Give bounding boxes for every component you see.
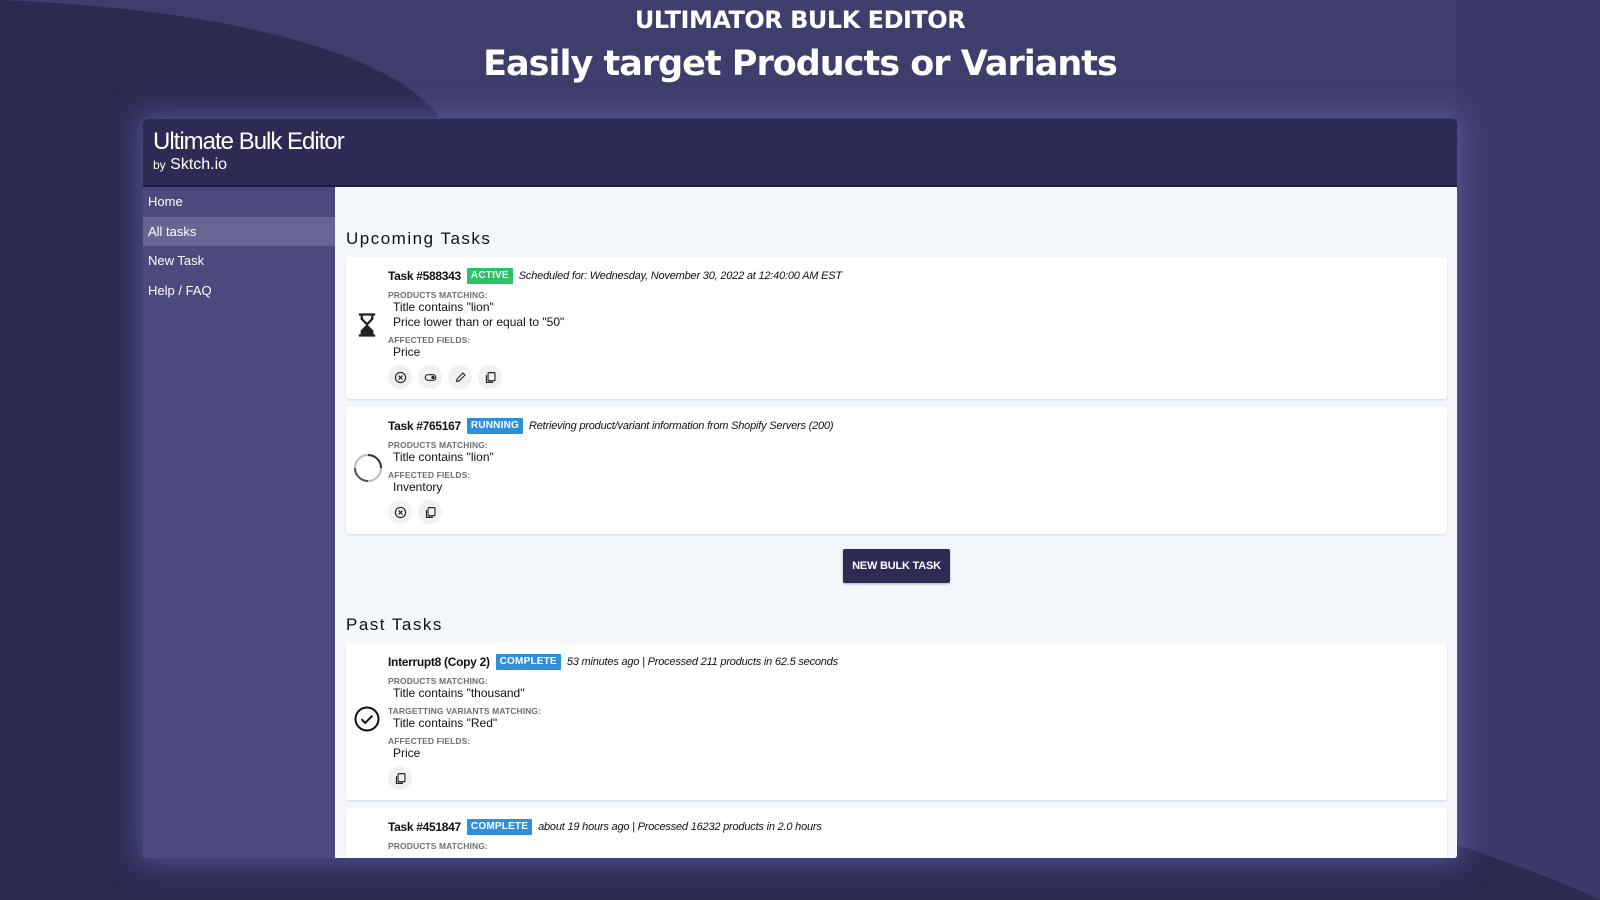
task-name: Interrupt8 (Copy 2)	[388, 655, 490, 669]
product-condition-placeholder	[388, 851, 1437, 858]
toggle-icon	[424, 371, 437, 384]
affected-fields-label: AFFECTED FIELDS:	[388, 335, 1437, 345]
affected-field: Price	[388, 345, 1437, 360]
product-condition: Title contains "thousand"	[388, 686, 1437, 701]
copy-icon	[484, 371, 497, 384]
task-meta: 53 minutes ago | Processed 211 products …	[567, 656, 838, 668]
affected-field: Price	[388, 746, 1437, 761]
sidebar: Home All tasks New Task Help / FAQ	[143, 187, 335, 858]
task-meta: Scheduled for: Wednesday, November 30, 2…	[519, 270, 842, 282]
product-condition: Title contains "lion"	[388, 450, 1437, 465]
sidebar-item-help-faq[interactable]: Help / FAQ	[143, 276, 335, 306]
status-badge: RUNNING	[467, 418, 523, 434]
app-header: Ultimate Bulk Editor by Sktch.io	[143, 119, 1457, 187]
check-circle-icon	[353, 705, 381, 733]
task-meta: Retrieving product/variant information f…	[529, 420, 833, 432]
task-meta: about 19 hours ago | Processed 16232 pro…	[538, 821, 822, 833]
task-name: Task #451847	[388, 820, 461, 834]
by-prefix: by	[153, 158, 166, 172]
copy-task-button[interactable]	[418, 500, 442, 524]
products-matching-label: PRODUCTS MATCHING:	[388, 290, 1437, 300]
product-condition: Title contains "lion"	[388, 300, 1437, 315]
status-badge: COMPLETE	[467, 819, 532, 835]
upcoming-tasks-heading: Upcoming Tasks	[346, 229, 1447, 249]
sidebar-item-home[interactable]: Home	[143, 187, 335, 217]
spinner-icon	[353, 453, 381, 481]
affected-field: Inventory	[388, 480, 1437, 495]
copy-icon	[424, 506, 437, 519]
new-bulk-task-button[interactable]: NEW BULK TASK	[843, 549, 950, 583]
status-badge: COMPLETE	[496, 654, 561, 670]
hero-kicker: ULTIMATOR BULK EDITOR	[0, 6, 1600, 34]
task-actions	[388, 365, 1437, 389]
variant-condition: Title contains "Red"	[388, 716, 1437, 731]
sidebar-item-all-tasks[interactable]: All tasks	[143, 217, 335, 247]
app-window: Ultimate Bulk Editor by Sktch.io Home Al…	[143, 119, 1457, 858]
edit-task-button[interactable]	[448, 365, 472, 389]
products-matching-label: PRODUCTS MATCHING:	[388, 841, 1437, 851]
copy-task-button[interactable]	[388, 766, 412, 790]
task-name: Task #765167	[388, 419, 461, 433]
toggle-task-button[interactable]	[418, 365, 442, 389]
products-matching-label: PRODUCTS MATCHING:	[388, 676, 1437, 686]
cancel-icon	[394, 371, 407, 384]
past-tasks-heading: Past Tasks	[346, 615, 1447, 635]
task-card: Task #765167 RUNNING Retrieving product/…	[346, 407, 1447, 534]
cancel-task-button[interactable]	[388, 365, 412, 389]
task-card: Task #588343 ACTIVE Scheduled for: Wedne…	[346, 257, 1447, 399]
products-matching-label: PRODUCTS MATCHING:	[388, 440, 1437, 450]
edit-icon	[454, 371, 467, 384]
app-byline: by Sktch.io	[153, 156, 227, 174]
sidebar-item-new-task[interactable]: New Task	[143, 246, 335, 276]
product-condition: Price lower than or equal to "50"	[388, 315, 1437, 330]
hero-title: Easily target Products or Variants	[0, 44, 1600, 84]
task-card: Interrupt8 (Copy 2) COMPLETE 53 minutes …	[346, 643, 1447, 800]
hourglass-icon	[353, 311, 381, 339]
task-actions	[388, 500, 1437, 524]
variants-matching-label: TARGETTING VARIANTS MATCHING:	[388, 706, 1437, 716]
status-badge: ACTIVE	[467, 268, 513, 284]
brand-name: Sktch.io	[170, 156, 227, 173]
task-card: Task #451847 COMPLETE about 19 hours ago…	[346, 808, 1447, 858]
copy-icon	[394, 772, 407, 785]
affected-fields-label: AFFECTED FIELDS:	[388, 736, 1437, 746]
cancel-task-button[interactable]	[388, 500, 412, 524]
affected-fields-label: AFFECTED FIELDS:	[388, 470, 1437, 480]
task-actions	[388, 766, 1437, 790]
cancel-icon	[394, 506, 407, 519]
app-title: Ultimate Bulk Editor	[153, 128, 344, 156]
task-name: Task #588343	[388, 269, 461, 283]
main-content: Upcoming Tasks Task #588343 ACTIVE Sched…	[335, 187, 1457, 858]
copy-task-button[interactable]	[478, 365, 502, 389]
